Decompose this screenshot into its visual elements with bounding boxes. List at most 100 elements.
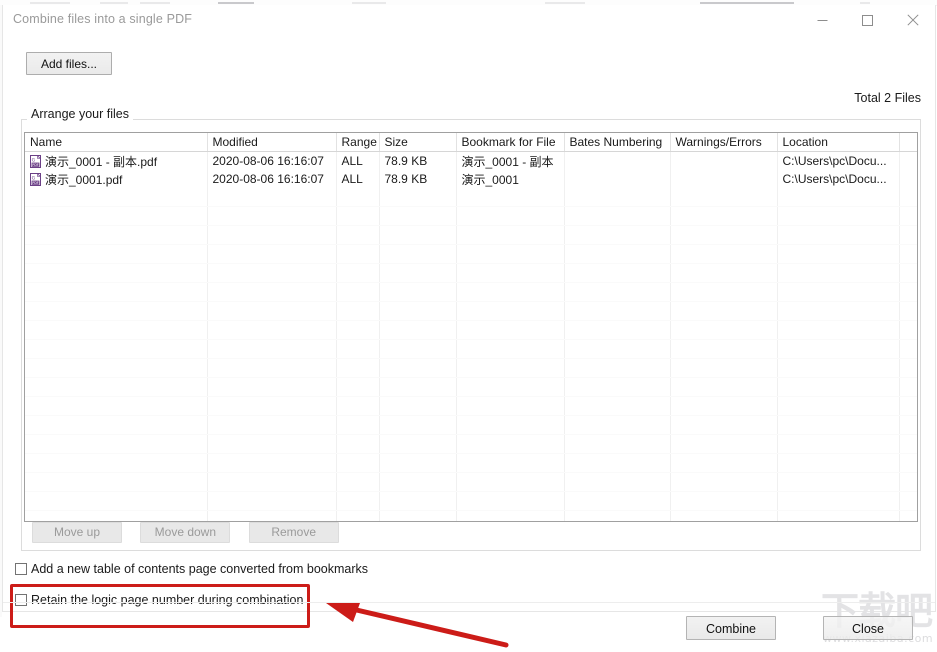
table-empty-cell [207,340,336,359]
table-empty-cell [777,283,899,302]
table-empty-cell [456,264,564,283]
svg-text:G: G [32,157,36,163]
table-empty-cell [336,359,379,378]
table-empty-cell [777,435,899,454]
table-empty-cell [456,454,564,473]
table-empty-cell [670,473,777,492]
table-empty-cell [456,416,564,435]
table-empty-cell [379,226,456,245]
table-empty-cell [564,245,670,264]
table-empty-cell [25,283,207,302]
column-header-location[interactable]: Location [777,133,899,152]
cell-bates [564,152,670,171]
column-header-range[interactable]: Range [336,133,379,152]
column-header-modified[interactable]: Modified [207,133,336,152]
window-title: Combine files into a single PDF [13,12,192,26]
table-empty-cell [777,207,899,226]
table-empty-cell [777,245,899,264]
cell-range: ALL [336,152,379,171]
table-empty-cell [777,416,899,435]
table-empty-row [25,245,917,264]
cell-modified: 2020-08-06 16:16:07 [207,170,336,188]
table-empty-row [25,511,917,523]
close-dialog-button[interactable]: Close [823,616,913,640]
table-empty-cell [207,511,336,523]
move-down-button[interactable]: Move down [140,522,230,543]
table-empty-cell [336,283,379,302]
table-empty-cell [456,340,564,359]
table-empty-row [25,435,917,454]
table-empty-cell [336,492,379,511]
table-empty-cell [336,245,379,264]
cell-spacer [899,152,917,171]
table-empty-cell [564,378,670,397]
maximize-button[interactable] [845,5,890,35]
combine-button[interactable]: Combine [686,616,776,640]
table-empty-cell [456,188,564,207]
retain-logic-page-number-checkbox-row[interactable]: Retain the logic page number during comb… [15,593,303,607]
table-row[interactable]: PDF G 演示_0001 - 副本.pdf 2020-08-06 16:16:… [25,152,917,171]
table-empty-cell [456,226,564,245]
combine-files-dialog: Combine files into a single PDF Add file… [2,5,936,612]
table-empty-cell [670,416,777,435]
add-toc-checkbox-row[interactable]: Add a new table of contents page convert… [15,562,368,576]
retain-logic-page-number-checkbox[interactable] [15,594,27,606]
table-empty-cell [207,359,336,378]
table-empty-cell [899,321,917,340]
table-empty-row [25,378,917,397]
table-header-row: Name Modified Range Size Bookmark for Fi… [25,133,917,152]
files-table-container[interactable]: Name Modified Range Size Bookmark for Fi… [24,132,918,522]
table-empty-cell [207,302,336,321]
table-row[interactable]: PDF G 演示_0001.pdf 2020-08-06 16:16:07 AL… [25,170,917,188]
move-up-button[interactable]: Move up [32,522,122,543]
pdf-file-icon: PDF G [30,155,41,168]
table-empty-cell [379,302,456,321]
table-empty-cell [456,302,564,321]
column-header-warnings-errors[interactable]: Warnings/Errors [670,133,777,152]
table-empty-row [25,226,917,245]
add-toc-checkbox-label: Add a new table of contents page convert… [31,562,368,576]
table-empty-cell [379,454,456,473]
cell-size: 78.9 KB [379,152,456,171]
table-empty-cell [564,397,670,416]
table-empty-row [25,207,917,226]
total-files-label: Total 2 Files [854,91,921,105]
table-empty-cell [564,511,670,523]
table-empty-cell [25,245,207,264]
table-empty-cell [379,416,456,435]
cell-warnings [670,170,777,188]
column-header-bates-numbering[interactable]: Bates Numbering [564,133,670,152]
table-empty-row [25,188,917,207]
arrange-files-legend: Arrange your files [27,107,133,121]
table-empty-cell [670,245,777,264]
title-bar: Combine files into a single PDF [3,5,935,35]
table-empty-cell [456,435,564,454]
retain-logic-page-number-label: Retain the logic page number during comb… [31,593,303,607]
table-empty-cell [336,378,379,397]
table-empty-cell [777,226,899,245]
table-empty-cell [379,283,456,302]
remove-button[interactable]: Remove [249,522,339,543]
table-empty-cell [379,264,456,283]
minimize-button[interactable] [800,5,845,35]
close-button[interactable] [890,5,935,35]
column-header-bookmark-for-file[interactable]: Bookmark for File [456,133,564,152]
table-empty-cell [25,340,207,359]
column-header-name[interactable]: Name [25,133,207,152]
table-empty-cell [207,264,336,283]
table-empty-cell [25,492,207,511]
table-empty-cell [336,340,379,359]
add-toc-checkbox[interactable] [15,563,27,575]
table-empty-cell [777,454,899,473]
table-empty-cell [336,435,379,454]
table-empty-cell [564,492,670,511]
table-empty-cell [564,473,670,492]
add-files-button[interactable]: Add files... [26,52,112,75]
table-empty-cell [379,188,456,207]
table-empty-cell [207,245,336,264]
window-controls [800,5,935,35]
cell-location: C:\Users\pc\Docu... [777,152,899,171]
table-empty-cell [25,435,207,454]
files-table: Name Modified Range Size Bookmark for Fi… [25,133,918,522]
column-header-size[interactable]: Size [379,133,456,152]
